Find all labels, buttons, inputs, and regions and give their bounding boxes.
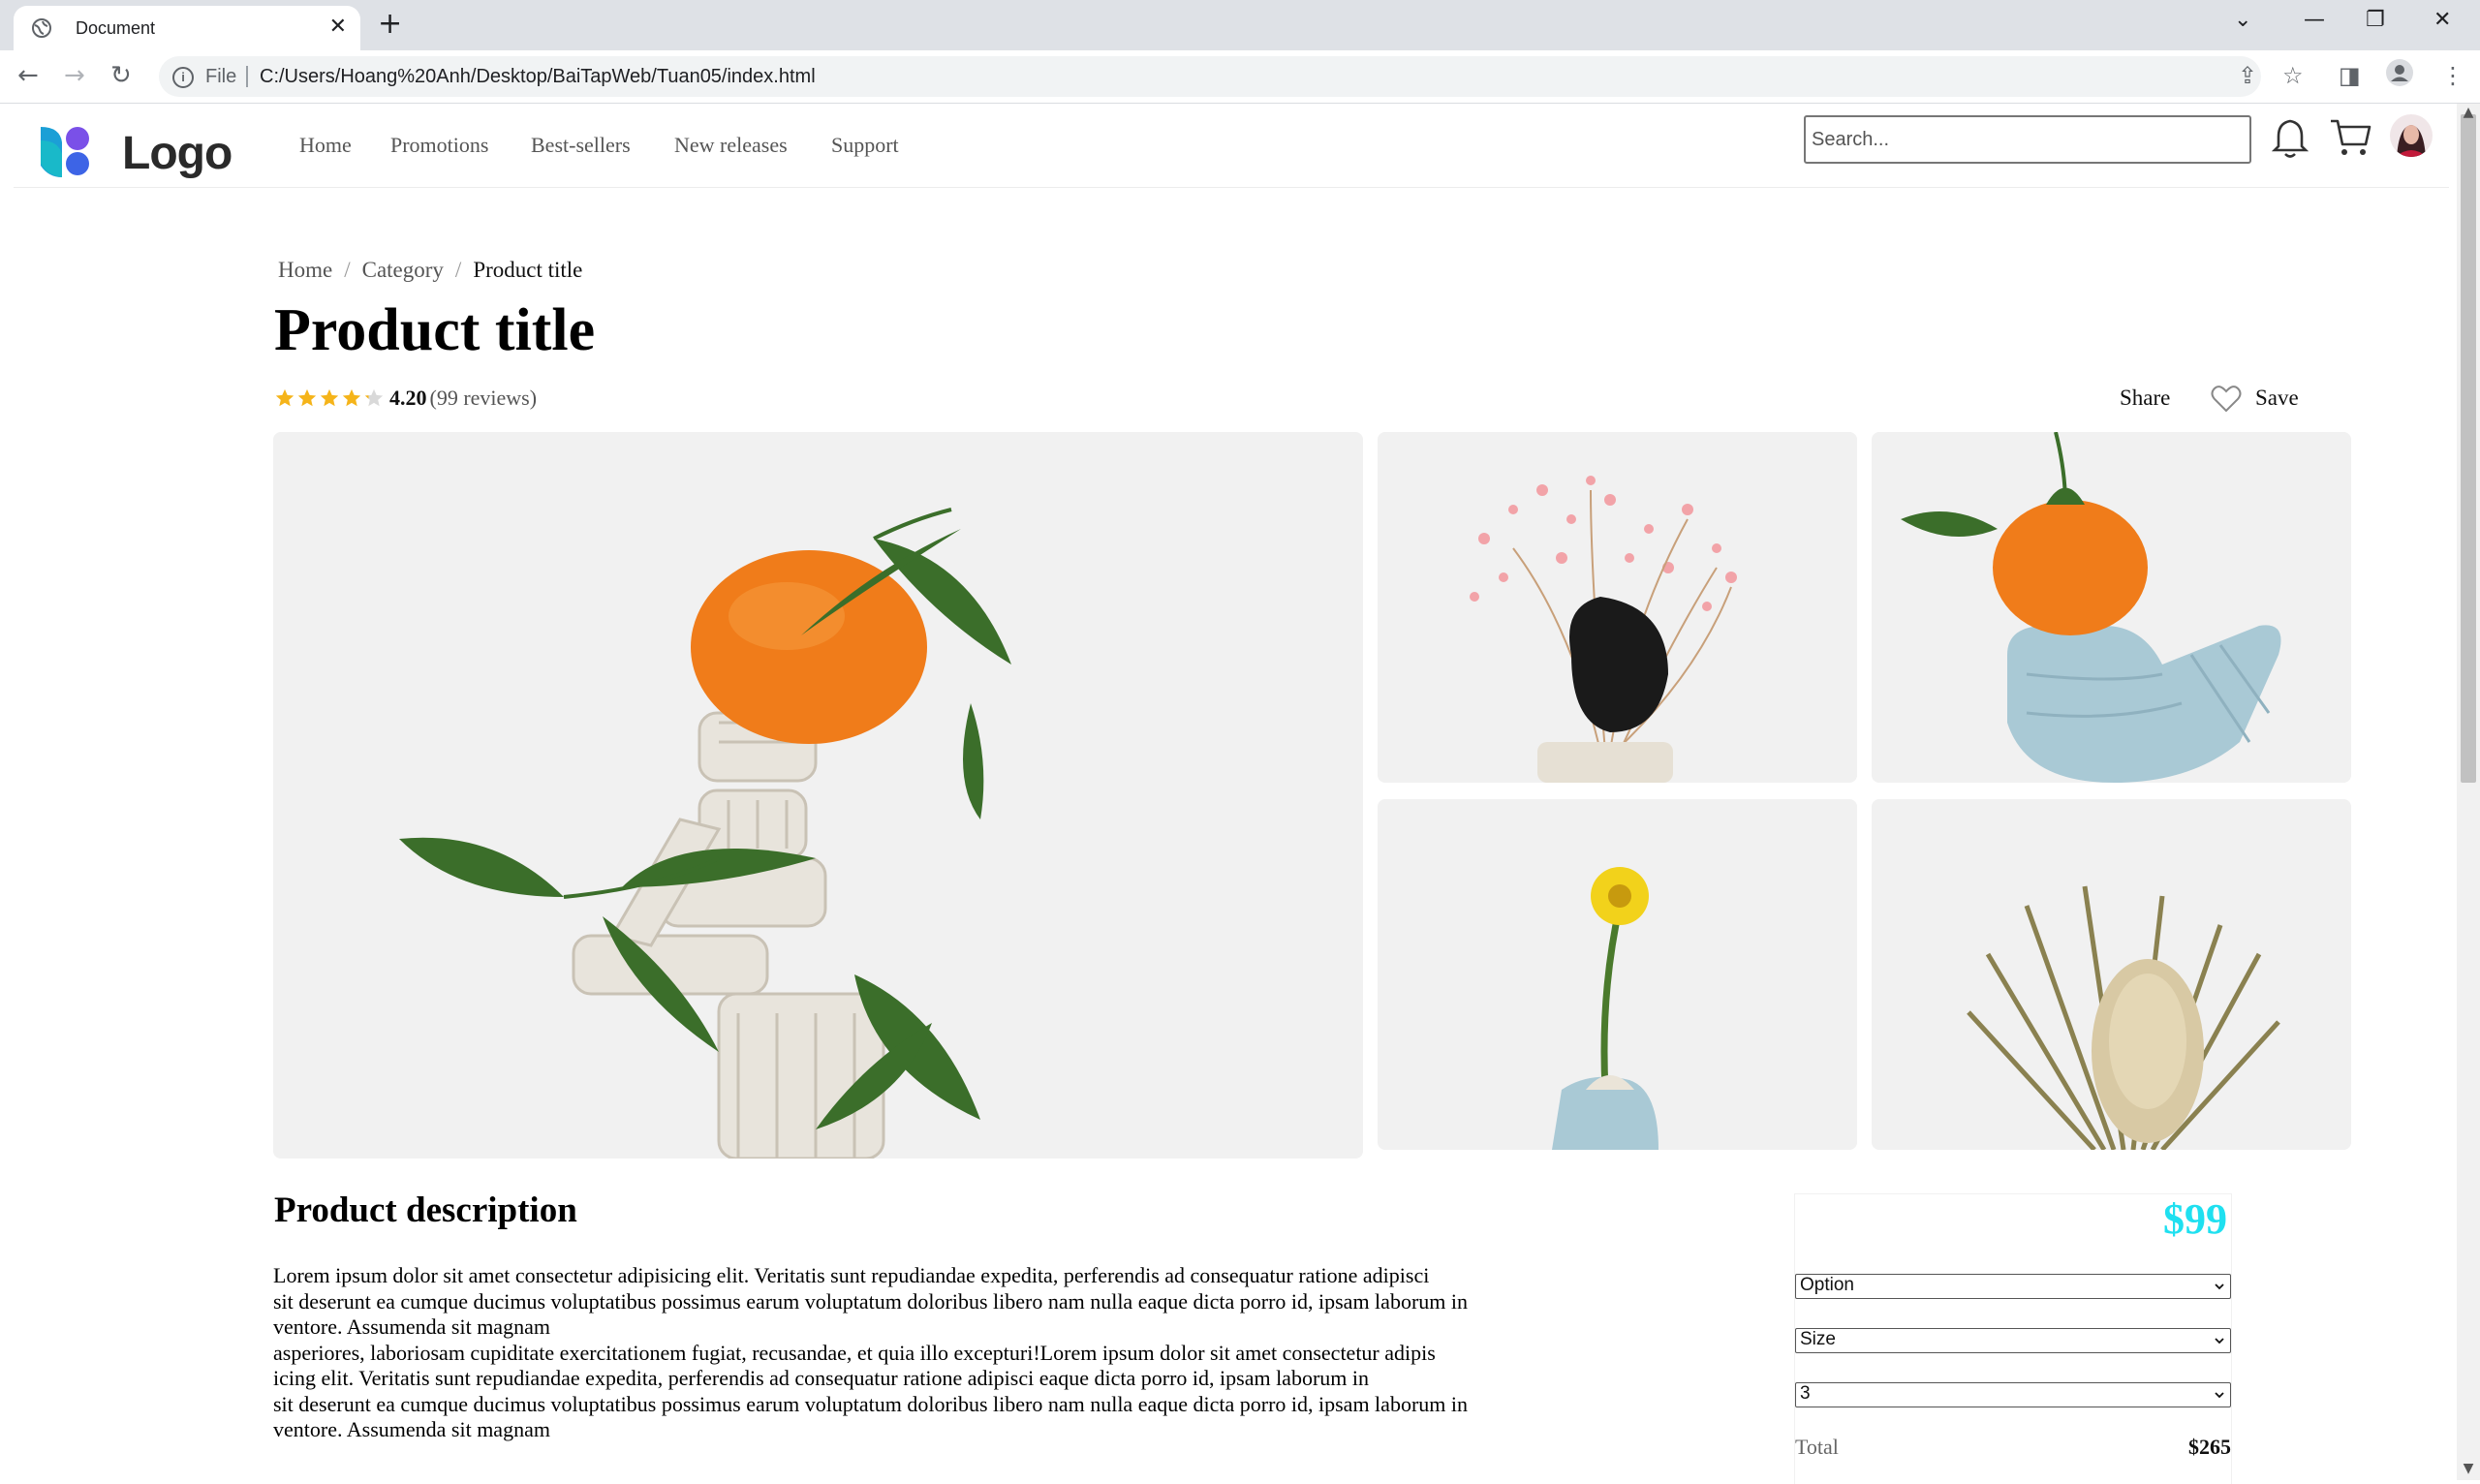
size-select[interactable]: Size [1795,1328,2231,1353]
profile-icon[interactable] [2385,58,2414,95]
description-heading: Product description [274,1190,577,1230]
review-count[interactable]: (99 reviews) [430,386,538,411]
browser-tab-strip: Document ✕ + ⌄ — ❐ ✕ [0,0,2480,50]
option-select[interactable]: Option [1795,1274,2231,1299]
orange-sculpture-image [273,432,1363,1159]
logo-text: Logo [122,128,232,179]
site-info-icon[interactable]: i [172,67,194,88]
breadcrumb: Home / Category / Product title [278,258,582,283]
tab-close-icon[interactable]: ✕ [329,16,347,38]
option-select-value: Option [1800,1275,1854,1295]
orange-blue-vase-image [1872,432,2351,783]
address-url[interactable]: C:/Users/Hoang%20Anh/Desktop/BaiTapWeb/T… [260,66,816,88]
chevron-down-icon [2215,1392,2224,1399]
rating-stars [274,387,386,409]
scroll-up-arrow-icon[interactable]: ▲ [2457,105,2480,120]
product-rating: 4.20 (99 reviews) [274,386,537,411]
pink-flowers-image [1378,432,1857,783]
description-line: ventore. Assumenda sit magnam [273,1417,550,1441]
total-value: $265 [2188,1435,2231,1459]
forward-icon[interactable]: → [64,60,85,91]
breadcrumb-separator: / [454,258,462,282]
description-line: sit deserunt ea cumque ducimus voluptati… [273,1288,1468,1314]
save-button[interactable]: Save [2211,384,2299,413]
purchase-panel: $99 Option Size 3 Total $265 [1794,1193,2232,1484]
menu-kebab-icon[interactable]: ⋮ [2441,60,2464,91]
tab-search-chevron-icon[interactable]: ⌄ [2234,6,2251,35]
breadcrumb-separator: / [344,258,351,282]
tab-title: Document [76,18,156,38]
search-input[interactable] [1804,115,2251,164]
side-panel-icon[interactable]: ◨ [2339,60,2361,91]
breadcrumb-current: Product title [473,258,583,282]
address-bar[interactable]: i File C:/Users/Hoang%20Anh/Desktop/BaiT… [159,56,2261,97]
description-line: icing elit. Veritatis sunt repudiandae e… [273,1366,1370,1390]
scroll-down-arrow-icon[interactable]: ▼ [2457,1461,2480,1476]
globe-icon [32,18,51,38]
avatar[interactable] [2389,113,2434,158]
gallery-image-5[interactable] [1872,799,2351,1150]
star-icon [275,388,294,407]
banksia-flower-image [1872,799,2351,1150]
share-button[interactable]: Share [2120,386,2170,411]
yellow-flower-image [1378,799,1857,1150]
site-header: Logo Home Promotions Best-sellers New re… [14,104,2449,188]
main-product-image[interactable] [273,432,1363,1159]
share-page-icon[interactable]: ⇪ [2238,60,2257,91]
cart-icon[interactable] [2329,117,2372,158]
nav-best-sellers[interactable]: Best-sellers [531,133,631,158]
address-divider [246,66,248,87]
star-icon [297,388,317,407]
gallery-image-4[interactable] [1378,799,1857,1150]
star-icon [364,388,384,407]
chevron-down-icon [2215,1338,2224,1345]
bookmark-star-icon[interactable]: ☆ [2282,60,2304,91]
gallery-image-2[interactable] [1378,432,1857,783]
product-price: $99 [2163,1195,2227,1243]
nav-new-releases[interactable]: New releases [674,133,788,158]
breadcrumb-home[interactable]: Home [278,258,332,282]
bell-icon[interactable] [2271,117,2310,160]
product-description: Lorem ipsum dolor sit amet consectetur a… [273,1263,1591,1443]
nav-home[interactable]: Home [299,133,352,158]
description-line: Lorem ipsum dolor sit amet consectetur a… [273,1263,1430,1287]
star-icon [342,388,361,407]
star-icon [320,388,339,407]
description-line: asperiores, laboriosam cupiditate exerci… [273,1340,1436,1365]
description-line: ventore. Assumenda sit magnam [273,1314,550,1339]
save-label: Save [2255,386,2299,410]
minimize-icon[interactable]: — [2304,6,2325,35]
address-toolbar: ← → ↻ i File C:/Users/Hoang%20Anh/Deskto… [0,50,2480,104]
quantity-select-value: 3 [1800,1383,1811,1404]
description-line: sit deserunt ea cumque ducimus voluptati… [273,1391,1468,1416]
restore-icon[interactable]: ❐ [2366,6,2385,35]
new-tab-button[interactable]: + [378,8,402,41]
reload-icon[interactable]: ↻ [110,60,132,91]
nav-promotions[interactable]: Promotions [390,133,488,158]
breadcrumb-category[interactable]: Category [362,258,444,282]
logo-mark-icon [41,127,89,177]
address-scheme: File [205,66,237,87]
scrollbar-thumb[interactable] [2461,114,2476,783]
nav-support[interactable]: Support [831,133,899,158]
browser-tab[interactable]: Document ✕ [14,6,360,50]
gallery-image-3[interactable] [1872,432,2351,783]
page-title: Product title [274,297,596,363]
window-close-icon[interactable]: ✕ [2434,6,2451,35]
size-select-value: Size [1800,1329,1836,1349]
total-label: Total [1795,1435,1839,1459]
back-icon[interactable]: ← [17,60,39,91]
rating-score: 4.20 [389,386,427,410]
quantity-select[interactable]: 3 [1795,1382,2231,1407]
chevron-down-icon [2215,1283,2224,1290]
heart-icon [2211,386,2242,413]
